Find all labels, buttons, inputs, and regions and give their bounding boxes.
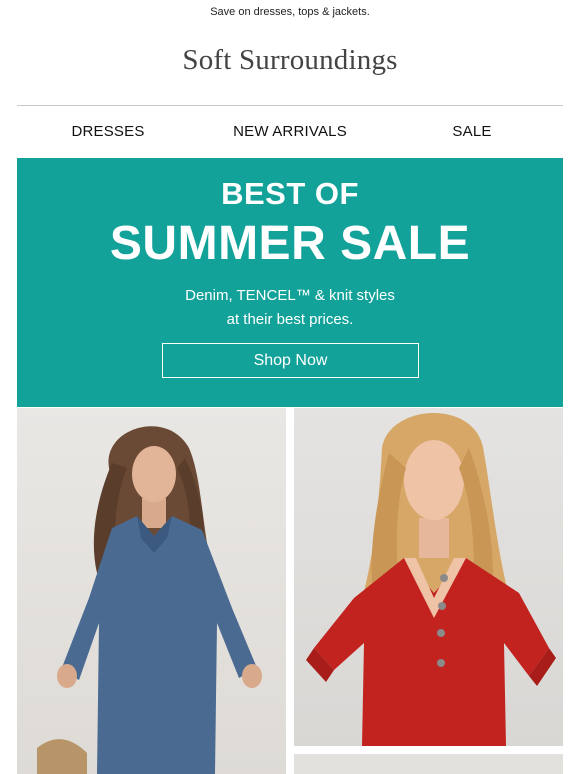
product-photo-denim-dress[interactable] xyxy=(17,408,286,774)
shop-now-button[interactable]: Shop Now xyxy=(162,343,419,378)
hero-subtitle-line-2: at their best prices. xyxy=(226,311,354,328)
header-divider xyxy=(17,105,563,106)
hero-eyebrow: BEST OF xyxy=(221,176,359,211)
red-top-illustration xyxy=(306,413,556,746)
hero-title: SUMMER SALE xyxy=(109,217,471,270)
nav-item-dresses[interactable]: DRESSES xyxy=(17,123,199,140)
product-photo-red-top[interactable] xyxy=(294,408,563,746)
main-nav: DRESSES NEW ARRIVALS SALE xyxy=(17,123,563,143)
brand-logo[interactable]: Soft Surroundings xyxy=(0,44,580,77)
preheader-text: Save on dresses, tops & jackets. xyxy=(210,6,370,18)
hero-subtitle: Denim, TENCEL™ & knit styles at their be… xyxy=(17,284,563,332)
product-photo-next[interactable] xyxy=(294,754,563,774)
denim-dress-illustration xyxy=(37,426,262,774)
nav-item-sale[interactable]: SALE xyxy=(381,123,563,140)
hero-banner[interactable]: BEST OF SUMMER SALE Denim, TENCEL™ & kni… xyxy=(17,158,563,407)
hero-subtitle-line-1: Denim, TENCEL™ & knit styles xyxy=(185,287,395,304)
nav-item-new-arrivals[interactable]: NEW ARRIVALS xyxy=(199,123,381,140)
